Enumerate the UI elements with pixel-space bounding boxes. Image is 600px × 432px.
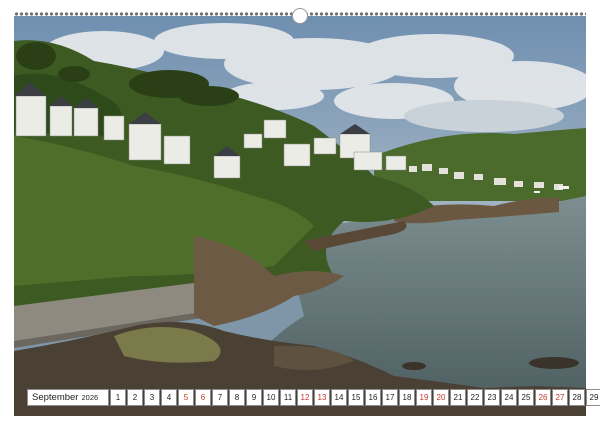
day-cell: 2: [127, 389, 143, 406]
day-cell: 4: [161, 389, 177, 406]
day-cell: 6: [195, 389, 211, 406]
day-cell: 5: [178, 389, 194, 406]
day-cell: 27: [552, 389, 568, 406]
day-cell: 13: [314, 389, 330, 406]
day-cell: 23: [484, 389, 500, 406]
day-cell: 22: [467, 389, 483, 406]
day-cell: 24: [501, 389, 517, 406]
day-cell: 16: [365, 389, 381, 406]
day-cell: 25: [518, 389, 534, 406]
day-cell: 3: [144, 389, 160, 406]
day-cell: 10: [263, 389, 279, 406]
day-cell: 8: [229, 389, 245, 406]
day-cell: 19: [416, 389, 432, 406]
day-cell: 17: [382, 389, 398, 406]
day-cell: 11: [280, 389, 296, 406]
year-label: 2026: [81, 393, 99, 402]
month-name: September: [32, 392, 79, 403]
day-cell: 12: [297, 389, 313, 406]
day-cells: 1 2 3 4 5 6 7 8 9 10 11 12 13 14 15 16 17 18 19 20 21 22 23 24 2…: [110, 389, 600, 406]
day-cell: 7: [212, 389, 228, 406]
day-cell: 1: [110, 389, 126, 406]
day-cell: 20: [433, 389, 449, 406]
month-label: September 2026: [27, 389, 109, 406]
day-cell: 21: [450, 389, 466, 406]
day-cell: 15: [348, 389, 364, 406]
day-cell: 28: [569, 389, 585, 406]
day-cell: 9: [246, 389, 262, 406]
day-cell: 18: [399, 389, 415, 406]
day-cell: 26: [535, 389, 551, 406]
day-cell: 29: [586, 389, 600, 406]
date-strip: September 2026 1 2 3 4 5 6 7 8 9 10 11 12 13 14 15 16 17 1…: [27, 389, 600, 406]
landscape-photo: [14, 16, 586, 416]
hanger-hole: [292, 8, 308, 24]
day-cell: 14: [331, 389, 347, 406]
